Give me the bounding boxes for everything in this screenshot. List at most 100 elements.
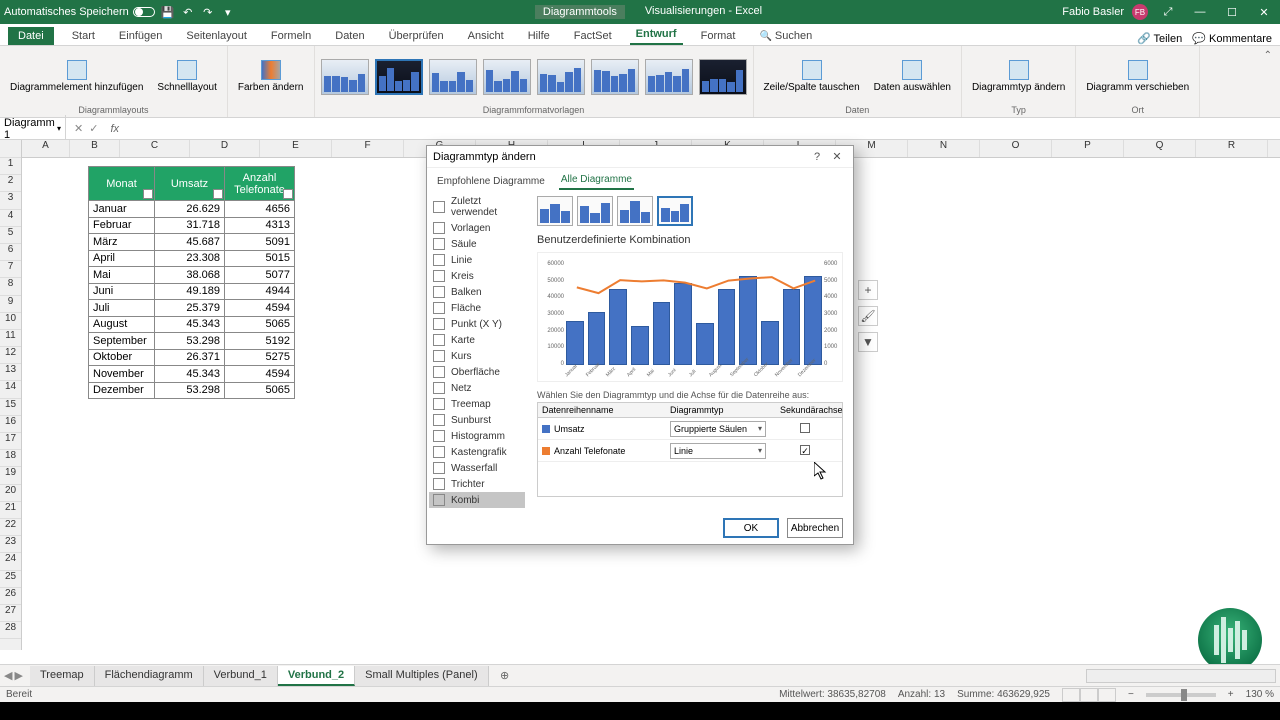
ribbon-options-icon[interactable]: ⤢ xyxy=(1156,6,1180,19)
chart-style-thumb[interactable] xyxy=(483,59,531,95)
qat-customize-icon[interactable]: ▾ xyxy=(221,5,235,19)
row-header[interactable]: 16 xyxy=(0,416,21,433)
chart-style-thumb[interactable] xyxy=(591,59,639,95)
sheet-nav-next-icon[interactable]: ▶ xyxy=(14,669,22,682)
horizontal-scrollbar[interactable] xyxy=(1086,669,1276,683)
zoom-in-icon[interactable]: + xyxy=(1228,689,1234,700)
close-icon[interactable]: ✕ xyxy=(1252,6,1276,19)
chart-elements-icon[interactable]: + xyxy=(858,280,878,300)
tab-all-charts[interactable]: Alle Diagramme xyxy=(559,171,634,190)
name-box[interactable]: Diagramm 1▾ xyxy=(0,115,66,143)
col-header[interactable]: F xyxy=(332,140,404,157)
tab-insert[interactable]: Einfügen xyxy=(113,27,168,45)
tab-start[interactable]: Start xyxy=(66,27,101,45)
row-header[interactable]: 28 xyxy=(0,622,21,639)
tab-factset[interactable]: FactSet xyxy=(568,27,618,45)
tab-help[interactable]: Hilfe xyxy=(522,27,556,45)
chart-type-item[interactable]: Netz xyxy=(429,380,525,396)
table-row[interactable]: Juni49.1894944 xyxy=(89,283,295,300)
change-chart-type-button[interactable]: Diagrammtyp ändern xyxy=(968,58,1069,95)
series-type-select[interactable]: Linie▾ xyxy=(670,443,766,459)
chart-type-item[interactable]: Kastengrafik xyxy=(429,444,525,460)
table-row[interactable]: Januar26.6294656 xyxy=(89,201,295,218)
chart-type-item[interactable]: Sunburst xyxy=(429,412,525,428)
secondary-axis-checkbox[interactable]: ✓ xyxy=(800,445,810,455)
row-header[interactable]: 13 xyxy=(0,364,21,381)
chart-style-thumb[interactable] xyxy=(537,59,585,95)
chart-type-item[interactable]: Linie xyxy=(429,252,525,268)
row-header[interactable]: 14 xyxy=(0,381,21,398)
series-type-select[interactable]: Gruppierte Säulen▾ xyxy=(670,421,766,437)
zoom-level[interactable]: 130 % xyxy=(1246,689,1274,700)
cancel-formula-icon[interactable]: ✕ xyxy=(74,122,83,135)
table-row[interactable]: August45.3435065 xyxy=(89,316,295,333)
combo-subtype-2[interactable] xyxy=(577,196,613,226)
chart-style-thumb[interactable] xyxy=(375,59,423,95)
table-row[interactable]: April23.3085015 xyxy=(89,250,295,267)
combo-subtype-3[interactable] xyxy=(617,196,653,226)
user-avatar[interactable]: FB xyxy=(1132,4,1148,20)
tab-search[interactable]: Suchen xyxy=(753,27,818,45)
chart-style-thumb[interactable] xyxy=(429,59,477,95)
secondary-axis-checkbox[interactable] xyxy=(800,423,810,433)
col-header[interactable]: N xyxy=(908,140,980,157)
table-row[interactable]: Mai38.0685077 xyxy=(89,267,295,284)
enter-formula-icon[interactable]: ✓ xyxy=(89,122,98,135)
row-header[interactable]: 17 xyxy=(0,433,21,450)
table-row[interactable]: März45.6875091 xyxy=(89,234,295,251)
row-header[interactable]: 2 xyxy=(0,175,21,192)
filter-dropdown-icon[interactable]: ▾ xyxy=(283,189,293,199)
chart-type-list[interactable]: Zuletzt verwendetVorlagenSäuleLinieKreis… xyxy=(427,190,527,512)
ok-button[interactable]: OK xyxy=(723,518,779,538)
view-buttons[interactable] xyxy=(1062,688,1116,702)
sheet-tab[interactable]: Verbund_2 xyxy=(278,666,355,686)
chart-type-item[interactable]: Wasserfall xyxy=(429,460,525,476)
chart-filters-icon[interactable]: ▼ xyxy=(858,332,878,352)
tab-file[interactable]: Datei xyxy=(8,27,54,45)
sheet-tab[interactable]: Flächendiagramm xyxy=(95,666,204,686)
row-header[interactable]: 11 xyxy=(0,330,21,347)
row-header[interactable]: 4 xyxy=(0,210,21,227)
switch-row-col-button[interactable]: Zeile/Spalte tauschen xyxy=(760,58,864,95)
select-data-button[interactable]: Daten auswählen xyxy=(870,58,955,95)
collapse-ribbon-icon[interactable]: ⌃ xyxy=(1256,46,1280,117)
table-row[interactable]: Oktober26.3715275 xyxy=(89,349,295,366)
zoom-out-icon[interactable]: − xyxy=(1128,689,1134,700)
chart-style-thumb[interactable] xyxy=(699,59,747,95)
col-header[interactable]: Q xyxy=(1124,140,1196,157)
row-header[interactable]: 8 xyxy=(0,278,21,295)
col-header-month[interactable]: Monat▾ xyxy=(89,167,155,201)
share-button[interactable]: 🔗 Teilen xyxy=(1137,32,1182,45)
move-chart-button[interactable]: Diagramm verschieben xyxy=(1082,58,1193,95)
formula-input[interactable] xyxy=(123,123,1280,135)
col-header[interactable]: C xyxy=(120,140,190,157)
row-header[interactable]: 25 xyxy=(0,571,21,588)
combo-subtype-custom[interactable] xyxy=(657,196,693,226)
row-header[interactable]: 24 xyxy=(0,553,21,570)
change-colors-button[interactable]: Farben ändern xyxy=(234,58,308,95)
chart-type-item[interactable]: Kreis xyxy=(429,268,525,284)
row-header[interactable]: 10 xyxy=(0,313,21,330)
row-header[interactable]: 7 xyxy=(0,261,21,278)
chart-type-item[interactable]: Säule xyxy=(429,236,525,252)
row-header[interactable]: 26 xyxy=(0,588,21,605)
chart-style-thumb[interactable] xyxy=(645,59,693,95)
chart-type-item[interactable]: Zuletzt verwendet xyxy=(429,194,525,220)
col-header[interactable]: D xyxy=(190,140,260,157)
row-header[interactable]: 1 xyxy=(0,158,21,175)
chart-type-item[interactable]: Oberfläche xyxy=(429,364,525,380)
redo-icon[interactable]: ↷ xyxy=(201,5,215,19)
minimize-icon[interactable]: — xyxy=(1188,6,1212,18)
chart-type-item[interactable]: Kombi xyxy=(429,492,525,508)
sheet-tab[interactable]: Small Multiples (Panel) xyxy=(355,666,488,686)
tab-pagelayout[interactable]: Seitenlayout xyxy=(180,27,253,45)
cancel-button[interactable]: Abbrechen xyxy=(787,518,843,538)
row-header[interactable]: 22 xyxy=(0,519,21,536)
col-header-revenue[interactable]: Umsatz▾ xyxy=(155,167,225,201)
sheet-tab[interactable]: Treemap xyxy=(30,666,95,686)
sheet-nav-prev-icon[interactable]: ◀ xyxy=(4,669,12,682)
row-header[interactable]: 6 xyxy=(0,244,21,261)
quick-layout-button[interactable]: Schnelllayout xyxy=(153,58,220,95)
dialog-close-icon[interactable]: ✕ xyxy=(827,150,847,163)
col-header[interactable]: B xyxy=(70,140,120,157)
